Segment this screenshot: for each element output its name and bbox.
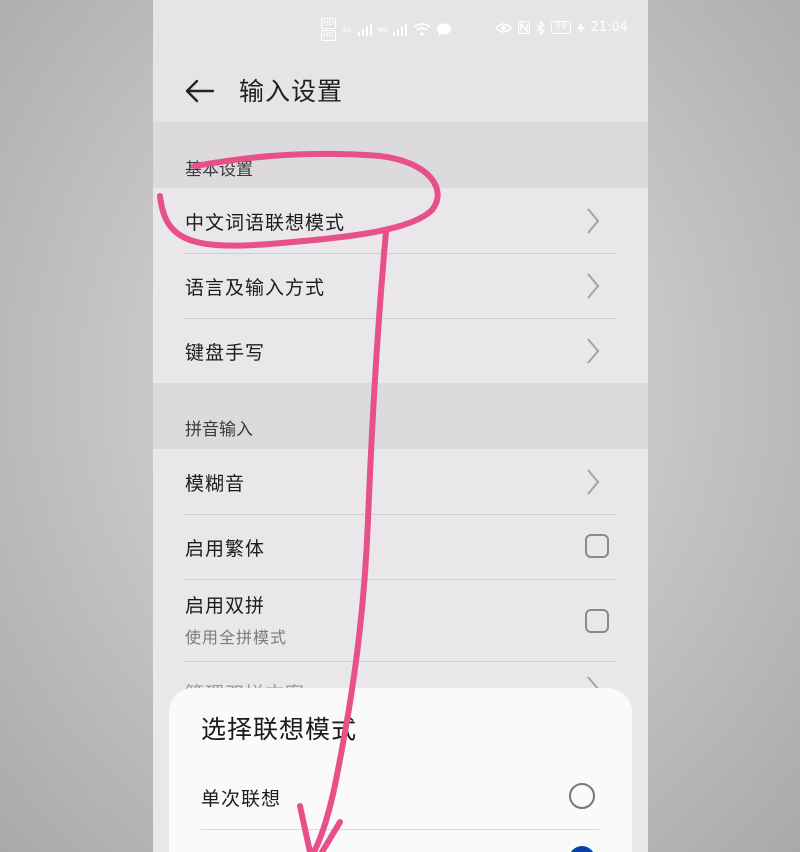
message-icon bbox=[437, 23, 452, 36]
radio-button-selected[interactable] bbox=[569, 846, 595, 852]
settings-item-label: 启用双拼 bbox=[185, 595, 266, 617]
signal-icon bbox=[357, 23, 372, 36]
settings-item-label: 启用繁体 bbox=[185, 538, 266, 560]
settings-item-double-pinyin[interactable]: 启用双拼 使用全拼模式 bbox=[185, 579, 615, 661]
eye-icon bbox=[495, 22, 513, 33]
sheet-title: 选择联想模式 bbox=[201, 715, 358, 744]
settings-item-label: 键盘手写 bbox=[185, 342, 266, 364]
settings-item-label: 语言及输入方式 bbox=[185, 277, 326, 299]
wifi-icon bbox=[413, 23, 431, 36]
hd-badges: HD HD bbox=[321, 18, 336, 41]
settings-item-subtitle: 使用全拼模式 bbox=[185, 628, 288, 647]
settings-item-fuzzy-sound[interactable]: 模糊音 bbox=[185, 449, 615, 514]
settings-item-label: 中文词语联想模式 bbox=[185, 212, 346, 234]
option-label: 单次联想 bbox=[201, 788, 282, 810]
arrow-left-icon[interactable] bbox=[183, 74, 217, 108]
hd-badge: HD bbox=[321, 18, 336, 29]
settings-item-traditional[interactable]: 启用繁体 bbox=[185, 514, 615, 579]
section-header-pinyin: 拼音输入 bbox=[185, 420, 253, 440]
page-title: 输入设置 bbox=[239, 77, 344, 106]
association-mode-sheet: 选择联想模式 单次联想 bbox=[169, 688, 632, 852]
double-pinyin-checkbox[interactable] bbox=[585, 609, 609, 633]
bluetooth-icon bbox=[536, 20, 546, 35]
chevron-right-icon bbox=[587, 338, 600, 364]
status-bar: HD HD 4G 4G 89 21:04 bbox=[153, 0, 648, 60]
chevron-right-icon bbox=[587, 273, 600, 299]
charging-icon bbox=[576, 21, 585, 34]
hd-badge: HD bbox=[321, 30, 336, 41]
settings-item-language-input[interactable]: 语言及输入方式 bbox=[185, 253, 615, 318]
settings-item-label: 模糊音 bbox=[185, 473, 246, 495]
settings-item-keyboard-handwriting[interactable]: 键盘手写 bbox=[185, 318, 615, 383]
signal-cluster: HD HD 4G 4G bbox=[321, 18, 452, 41]
network-type: 4G bbox=[377, 25, 388, 34]
phone-screen: HD HD 4G 4G 89 21:04 输入设置 基本设置 中文词语联想模式 … bbox=[153, 0, 648, 852]
network-type: 4G bbox=[341, 25, 352, 34]
section-header-basic: 基本设置 bbox=[185, 160, 253, 180]
status-right-cluster: 89 21:04 bbox=[495, 20, 628, 35]
chevron-right-icon bbox=[587, 208, 600, 234]
radio-button[interactable] bbox=[569, 783, 595, 809]
chevron-right-icon bbox=[587, 469, 600, 495]
traditional-checkbox[interactable] bbox=[585, 534, 609, 558]
signal-icon bbox=[393, 23, 408, 36]
settings-item-association-mode[interactable]: 中文词语联想模式 bbox=[185, 188, 615, 253]
divider bbox=[201, 829, 599, 830]
battery-icon: 89 bbox=[551, 21, 571, 34]
settings-group-basic: 中文词语联想模式 语言及输入方式 键盘手写 bbox=[153, 188, 648, 383]
nfc-icon bbox=[518, 21, 531, 34]
app-bar: 输入设置 bbox=[153, 60, 648, 122]
status-time: 21:04 bbox=[590, 20, 628, 35]
